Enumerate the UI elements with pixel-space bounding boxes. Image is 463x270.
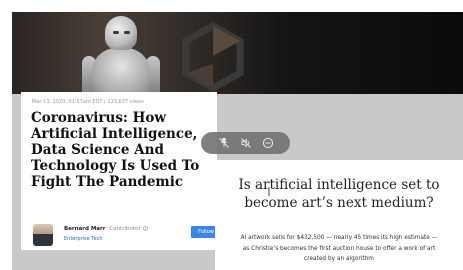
- robot-eye-left: [113, 31, 119, 34]
- top-edge: [0, 0, 463, 12]
- author-name-line: Bernard Marr Contributor: [64, 226, 148, 232]
- story-card: Is artificial intelligence set to become…: [215, 160, 463, 270]
- robot-head: [105, 16, 137, 50]
- story-dek: AI artwork sells for $432,500 — nearly 4…: [240, 235, 438, 262]
- author-byline: Bernard Marr Contributor Enterprise Tech…: [33, 224, 221, 248]
- left-edge: [0, 0, 12, 270]
- screen: Mar 13, 2020, 01:57am EDT | 133,637 view…: [0, 0, 463, 270]
- text-cursor-icon: [268, 187, 270, 196]
- video-stage: Mar 13, 2020, 01:57am EDT | 133,637 view…: [12, 12, 463, 270]
- article-headline[interactable]: Coronavirus: How Artificial Intelligence…: [31, 110, 217, 190]
- article-meta: Mar 13, 2020, 01:57am EDT | 133,637 view…: [32, 99, 144, 105]
- author-name[interactable]: Bernard Marr: [64, 226, 105, 232]
- avatar[interactable]: [33, 224, 53, 246]
- pin-off-icon[interactable]: [217, 136, 231, 150]
- volume-mute-icon[interactable]: [239, 136, 253, 150]
- info-icon: [142, 226, 148, 231]
- minus-circle-icon[interactable]: [261, 136, 275, 150]
- author-section-link[interactable]: Enterprise Tech: [64, 236, 103, 242]
- story-title[interactable]: Is artificial intelligence set to become…: [215, 176, 463, 212]
- article-card: Mar 13, 2020, 01:57am EDT | 133,637 view…: [21, 92, 221, 250]
- hexagon-graphic: [182, 22, 244, 92]
- robot-eye-right: [124, 31, 130, 34]
- author-role: Contributor: [109, 226, 141, 232]
- hero-image: [12, 12, 463, 108]
- media-controls: [201, 132, 290, 154]
